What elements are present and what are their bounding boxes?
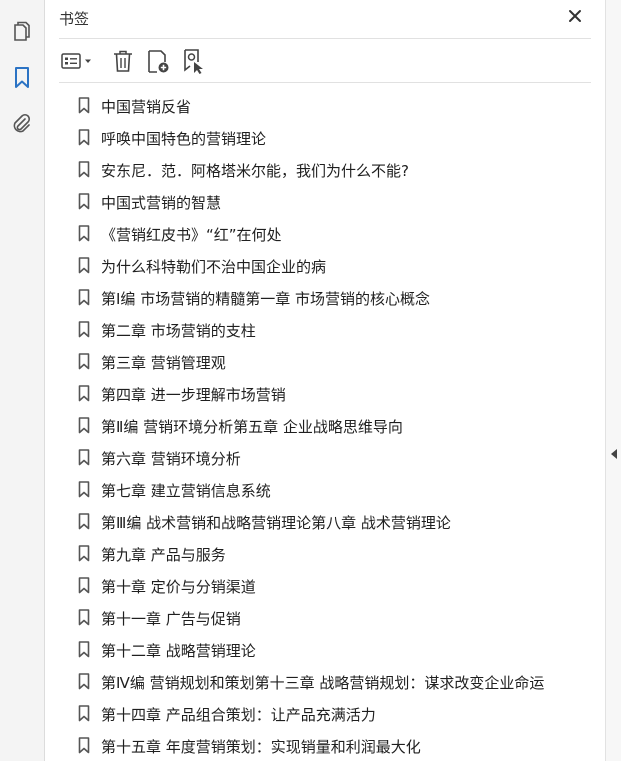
right-splitter[interactable] <box>605 0 621 761</box>
bookmark-icon <box>78 289 90 306</box>
bookmark-label: 第三章 营销管理观 <box>101 354 226 372</box>
bookmark-item[interactable]: 中国营销反省 <box>45 91 605 121</box>
new-bookmark-button[interactable] <box>143 46 173 76</box>
bookmark-label: 第十章 定价与分销渠道 <box>101 578 256 596</box>
bookmark-item[interactable]: 呼唤中国特色的营销理论 <box>45 123 605 153</box>
divider <box>59 82 591 83</box>
bookmark-item[interactable]: 第九章 产品与服务 <box>45 539 605 569</box>
bookmark-item[interactable]: 第十四章 产品组合策划：让产品充满活力 <box>45 699 605 729</box>
bookmark-label: 第十二章 战略营销理论 <box>101 642 256 660</box>
bookmarks-icon[interactable] <box>11 67 33 89</box>
bookmark-icon <box>78 609 90 626</box>
bookmark-label: 第四章 进一步理解市场营销 <box>101 386 286 404</box>
bookmark-item[interactable]: 安东尼．范．阿格塔米尔能，我们为什么不能? <box>45 155 605 185</box>
bookmark-item[interactable]: 第七章 建立营销信息系统 <box>45 475 605 505</box>
bookmark-icon <box>78 225 90 242</box>
bookmark-item[interactable]: 第Ⅱ编 营销环境分析第五章 企业战略思维导向 <box>45 411 605 441</box>
options-menu-button[interactable] <box>59 46 97 76</box>
bookmark-icon <box>78 97 90 114</box>
bookmark-item[interactable]: 第六章 营销环境分析 <box>45 443 605 473</box>
bookmark-item[interactable]: 第十二章 战略营销理论 <box>45 635 605 665</box>
bookmark-icon <box>78 577 90 594</box>
bookmark-icon <box>78 257 90 274</box>
options-list-icon <box>61 53 91 69</box>
bookmark-icon <box>78 321 90 338</box>
bookmark-label: 第六章 营销环境分析 <box>101 450 241 468</box>
bookmark-icon <box>78 193 90 210</box>
bookmark-label: 中国式营销的智慧 <box>101 194 222 212</box>
bookmark-label: 第Ⅲ编 战术营销和战略营销理论第八章 战术营销理论 <box>101 514 451 532</box>
bookmark-item[interactable]: 为什么科特勒们不治中国企业的病 <box>45 251 605 281</box>
bookmark-icon <box>78 545 90 562</box>
divider <box>59 38 591 39</box>
bookmark-item[interactable]: 第Ⅰ编 市场营销的精髓第一章 市场营销的核心概念 <box>45 283 605 313</box>
bookmark-icon <box>78 449 90 466</box>
bookmark-label: 第十四章 产品组合策划：让产品充满活力 <box>101 706 376 724</box>
bookmark-icon <box>78 353 90 370</box>
bookmark-item[interactable]: 第十五章 年度营销策划：实现销量和利润最大化 <box>45 731 605 761</box>
bookmark-item[interactable]: 第二章 市场营销的支柱 <box>45 315 605 345</box>
bookmark-item[interactable]: 第四章 进一步理解市场营销 <box>45 379 605 409</box>
bookmark-label: 第九章 产品与服务 <box>101 546 226 564</box>
bookmark-item[interactable]: 第十一章 广告与促销 <box>45 603 605 633</box>
bookmark-label: 第Ⅱ编 营销环境分析第五章 企业战略思维导向 <box>101 418 403 436</box>
bookmark-item[interactable]: 《营销红皮书》“红”在何处 <box>45 219 605 249</box>
bookmark-label: 《营销红皮书》“红”在何处 <box>101 226 282 244</box>
bookmark-icon <box>78 161 90 178</box>
bookmark-icon <box>78 705 90 722</box>
close-panel-button[interactable] <box>565 6 585 26</box>
bookmark-item[interactable]: 第十章 定价与分销渠道 <box>45 571 605 601</box>
panel-title: 书签 <box>59 10 90 28</box>
bookmark-label: 第十五章 年度营销策划：实现销量和利润最大化 <box>101 738 421 756</box>
bookmark-item[interactable]: 第Ⅳ编 营销规划和策划第十三章 战略营销规划：谋求改变企业命运 <box>45 667 605 697</box>
bookmark-label: 第七章 建立营销信息系统 <box>101 482 271 500</box>
bookmark-label: 安东尼．范．阿格塔米尔能，我们为什么不能? <box>101 162 409 180</box>
collapse-arrow-icon[interactable] <box>610 448 618 460</box>
bookmark-icon <box>78 673 90 690</box>
bookmark-icon <box>78 737 90 754</box>
delete-bookmark-button[interactable] <box>109 46 137 76</box>
navigation-pane <box>0 0 45 761</box>
bookmark-label: 第Ⅰ编 市场营销的精髓第一章 市场营销的核心概念 <box>101 290 430 308</box>
bookmarks-panel: 书签 中国营销反省 呼唤中国特色的营销理论 安东尼．范．阿格塔米尔能，我们为什么… <box>45 0 605 761</box>
bookmark-item[interactable]: 中国式营销的智慧 <box>45 187 605 217</box>
bookmark-label: 为什么科特勒们不治中国企业的病 <box>101 258 327 276</box>
bookmark-icon <box>78 513 90 530</box>
trash-icon <box>114 50 132 72</box>
bookmark-item[interactable]: 第三章 营销管理观 <box>45 347 605 377</box>
bookmark-label: 呼唤中国特色的营销理论 <box>101 130 267 148</box>
bookmark-icon <box>78 641 90 658</box>
bookmark-icon <box>78 129 90 146</box>
bookmark-icon <box>78 417 90 434</box>
bookmark-label: 第二章 市场营销的支柱 <box>101 322 256 340</box>
pages-thumbnail-icon[interactable] <box>11 21 33 43</box>
close-icon <box>569 10 581 22</box>
add-bookmark-icon <box>148 50 169 73</box>
attachments-paperclip-icon[interactable] <box>11 113 33 135</box>
bookmark-properties-button[interactable] <box>179 46 209 76</box>
bookmark-properties-icon <box>184 49 203 74</box>
bookmark-item[interactable]: 第Ⅲ编 战术营销和战略营销理论第八章 战术营销理论 <box>45 507 605 537</box>
bookmark-label: 第Ⅳ编 营销规划和策划第十三章 战略营销规划：谋求改变企业命运 <box>101 674 545 692</box>
bookmark-icon <box>78 481 90 498</box>
bookmark-icon <box>78 385 90 402</box>
bookmark-label: 中国营销反省 <box>101 98 192 116</box>
bookmark-label: 第十一章 广告与促销 <box>101 610 241 628</box>
